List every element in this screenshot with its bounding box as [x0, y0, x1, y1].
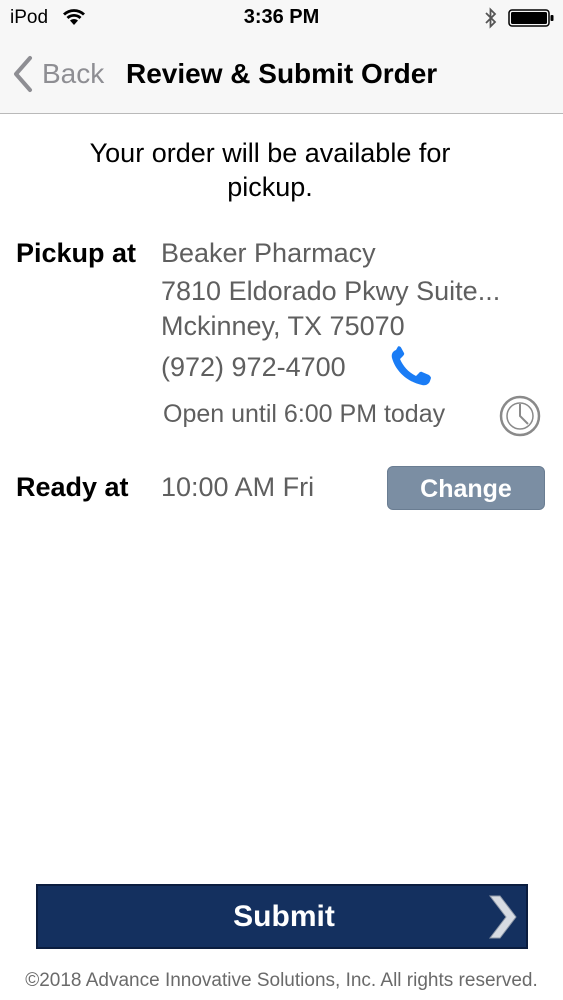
copyright-footer: ©2018 Advance Innovative Solutions, Inc.… — [25, 970, 538, 991]
battery-icon — [508, 9, 554, 27]
status-time: 3:36 PM — [243, 6, 320, 28]
pickup-label: Pickup at — [16, 238, 137, 268]
submit-label: Submit — [233, 900, 335, 933]
address-line-1: 7810 Eldorado Pkwy Suite... — [161, 276, 501, 306]
status-bar: iPod 3:36 PM — [0, 0, 563, 36]
pharmacy-name: Beaker Pharmacy — [161, 238, 376, 268]
pickup-intro: Your order will be available for pickup. — [40, 136, 500, 204]
page-title: Review & Submit Order — [126, 58, 438, 89]
ready-time: 10:00 AM Fri — [161, 472, 315, 502]
clock-icon[interactable] — [499, 395, 541, 437]
back-button[interactable]: Back — [12, 54, 104, 94]
chevron-left-icon — [14, 56, 32, 92]
bluetooth-icon — [485, 7, 497, 29]
chevron-right-icon — [488, 895, 517, 939]
change-button[interactable]: Change — [387, 466, 545, 510]
phone-number[interactable]: (972) 972-4700 — [161, 352, 346, 383]
back-label: Back — [42, 58, 105, 89]
phone-icon[interactable] — [388, 346, 434, 388]
store-hours: Open until 6:00 PM today — [163, 400, 446, 428]
nav-bar: Back Review & Submit Order — [0, 36, 563, 114]
address-line-2: Mckinney, TX 75070 — [161, 311, 405, 341]
ready-label: Ready at — [16, 472, 129, 502]
intro-line-1: Your order will be available for — [89, 138, 451, 168]
intro-line-2: pickup. — [227, 172, 313, 202]
submit-button[interactable]: Submit — [36, 884, 528, 949]
